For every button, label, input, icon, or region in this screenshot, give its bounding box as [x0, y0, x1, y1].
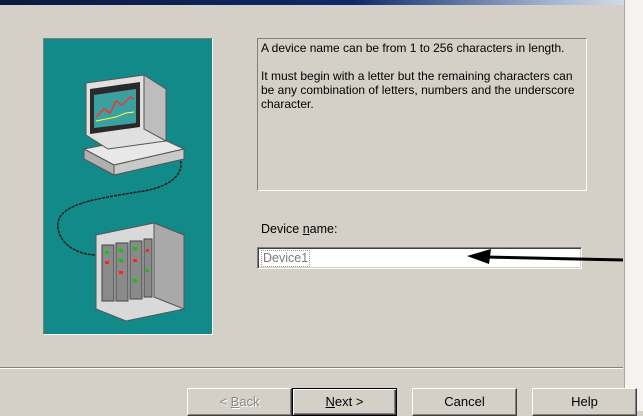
computer-and-device-icon — [44, 39, 212, 334]
title-bar-edge — [0, 0, 643, 5]
button-divider — [0, 367, 623, 369]
help-button[interactable]: Help — [532, 388, 637, 416]
cancel-button[interactable]: Cancel — [412, 388, 517, 416]
arrow-pointer-icon — [467, 249, 624, 264]
wizard-illustration — [43, 38, 213, 335]
device-name-value[interactable]: Device1 — [261, 250, 311, 267]
info-text-box: A device name can be from 1 to 256 chara… — [257, 38, 587, 191]
next-button[interactable]: Next > — [292, 388, 397, 416]
window-edge — [624, 0, 643, 411]
device-name-label: Device name: — [261, 222, 338, 236]
back-button[interactable]: < Back — [187, 388, 292, 416]
info-rules-text: It must begin with a letter but the rema… — [261, 69, 575, 111]
info-length-text: A device name can be from 1 to 256 chara… — [261, 41, 565, 55]
